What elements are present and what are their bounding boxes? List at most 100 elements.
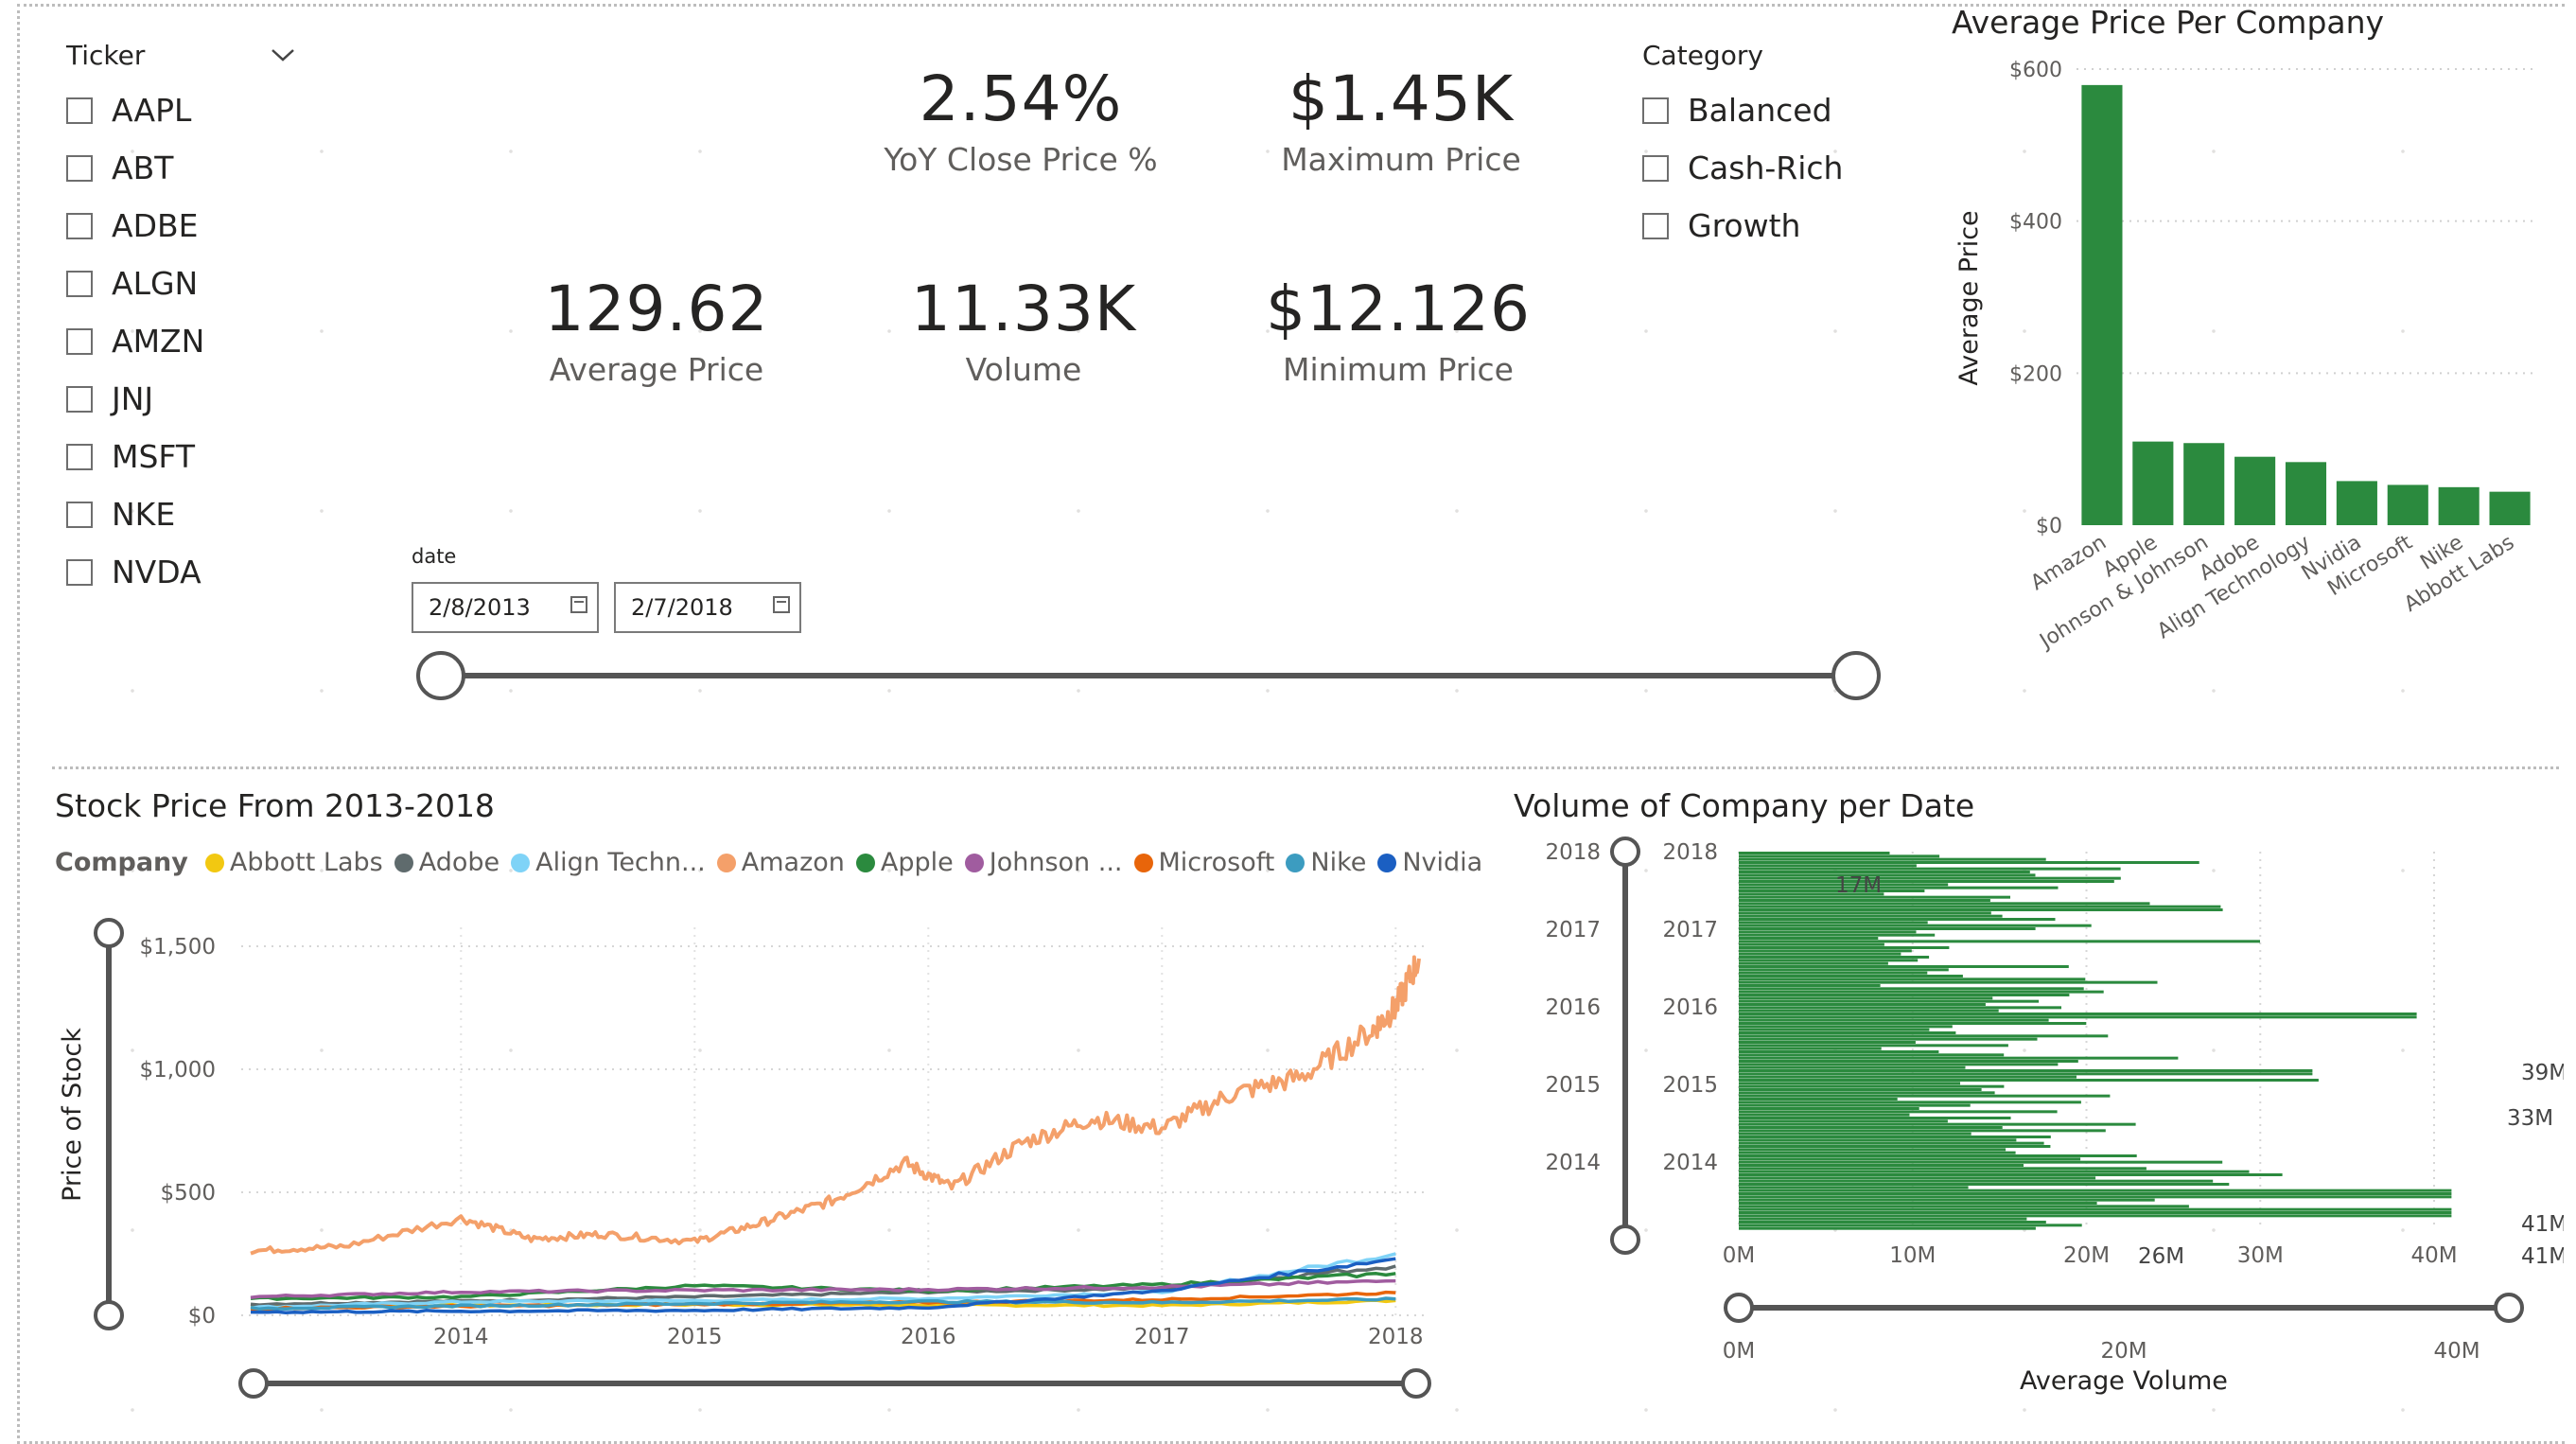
bar[interactable] bbox=[1739, 1094, 2111, 1098]
x-slider-end-handle[interactable] bbox=[2494, 1293, 2524, 1323]
ticker-option[interactable]: ADBE bbox=[66, 197, 312, 255]
legend-item[interactable]: Apple bbox=[855, 848, 954, 877]
bar[interactable] bbox=[1739, 1009, 1999, 1013]
bar[interactable] bbox=[1739, 946, 1950, 949]
category-option[interactable]: Cash-Rich bbox=[1642, 139, 1926, 197]
bar[interactable] bbox=[1739, 1141, 2044, 1145]
bar[interactable] bbox=[1739, 937, 1879, 940]
category-option[interactable]: Balanced bbox=[1642, 81, 1926, 139]
ticker-option[interactable]: AAPL bbox=[66, 81, 312, 139]
bar[interactable] bbox=[1739, 1132, 1971, 1136]
slider-start-handle[interactable] bbox=[416, 651, 465, 700]
bar[interactable] bbox=[1739, 905, 2221, 908]
checkbox[interactable] bbox=[66, 270, 93, 297]
bar[interactable] bbox=[1739, 1186, 1969, 1189]
checkbox[interactable] bbox=[66, 327, 93, 355]
legend-item[interactable]: Align Techn... bbox=[511, 848, 706, 877]
bar[interactable] bbox=[1739, 1160, 2223, 1164]
bar[interactable] bbox=[1739, 1003, 1986, 1006]
bar[interactable] bbox=[1739, 1145, 2051, 1148]
bar[interactable] bbox=[2132, 441, 2174, 525]
bar[interactable] bbox=[1739, 1195, 2452, 1199]
bar[interactable] bbox=[1739, 911, 1991, 915]
date-range-slider-track[interactable] bbox=[407, 643, 1892, 710]
bar[interactable] bbox=[1739, 1025, 1953, 1029]
bar[interactable] bbox=[1739, 1217, 2027, 1221]
start-date-input[interactable]: 2/8/2013 bbox=[412, 582, 599, 633]
bar[interactable] bbox=[1739, 1082, 1960, 1085]
bar[interactable] bbox=[1739, 1126, 2003, 1129]
bar[interactable] bbox=[1739, 977, 2086, 981]
bar[interactable] bbox=[1739, 1015, 2417, 1019]
bar[interactable] bbox=[1739, 1113, 1910, 1117]
bar[interactable] bbox=[2234, 456, 2276, 525]
bar[interactable] bbox=[1739, 914, 2003, 918]
bar[interactable] bbox=[1739, 956, 1930, 959]
bar[interactable] bbox=[1739, 1022, 2087, 1025]
bar[interactable] bbox=[1739, 942, 1884, 946]
bar[interactable] bbox=[1739, 1167, 2147, 1171]
bar[interactable] bbox=[1739, 1224, 2082, 1227]
bar[interactable] bbox=[2489, 491, 2531, 525]
bar[interactable] bbox=[1739, 1119, 1948, 1123]
bar[interactable] bbox=[1739, 1063, 2059, 1066]
legend-item[interactable]: Abbott Labs bbox=[204, 848, 383, 877]
legend-item[interactable]: Nvidia bbox=[1377, 848, 1482, 877]
bar[interactable] bbox=[1739, 864, 1917, 868]
bar[interactable] bbox=[1739, 1189, 2452, 1192]
bar[interactable] bbox=[1739, 921, 1928, 925]
ticker-option[interactable]: NVDA bbox=[66, 543, 312, 601]
bar[interactable] bbox=[1739, 1047, 1882, 1050]
bar[interactable] bbox=[1739, 1148, 2006, 1152]
bar[interactable] bbox=[1739, 852, 1890, 854]
bar[interactable] bbox=[2438, 486, 2480, 525]
bar[interactable] bbox=[1739, 930, 1917, 934]
bar[interactable] bbox=[1739, 1050, 1939, 1053]
bar[interactable] bbox=[1739, 1164, 2024, 1167]
bar[interactable] bbox=[1739, 1075, 2077, 1079]
bar[interactable] bbox=[1739, 959, 1919, 962]
bar[interactable] bbox=[1739, 1065, 1966, 1069]
bar[interactable] bbox=[2336, 481, 2377, 525]
bar[interactable] bbox=[1739, 1037, 2038, 1041]
bar[interactable] bbox=[1739, 1221, 2046, 1224]
bar[interactable] bbox=[1739, 1072, 2313, 1076]
checkbox[interactable] bbox=[66, 558, 93, 586]
bar[interactable] bbox=[1739, 1101, 2081, 1104]
bar[interactable] bbox=[1739, 876, 2121, 880]
bar[interactable] bbox=[1739, 1157, 2081, 1161]
bar[interactable] bbox=[1739, 1122, 2136, 1126]
bar[interactable] bbox=[1739, 1192, 2452, 1195]
bar[interactable] bbox=[1739, 1183, 2230, 1186]
bar[interactable] bbox=[1739, 899, 1990, 902]
bar[interactable] bbox=[1739, 1173, 2283, 1176]
bar[interactable] bbox=[1739, 1170, 2250, 1173]
checkbox[interactable] bbox=[66, 443, 93, 470]
bar[interactable] bbox=[1739, 968, 1949, 972]
bar[interactable] bbox=[1739, 861, 2199, 864]
bar[interactable] bbox=[1739, 1088, 1982, 1091]
legend-item[interactable]: Amazon bbox=[716, 848, 845, 877]
bar[interactable] bbox=[1739, 1214, 2452, 1218]
bar[interactable] bbox=[1739, 933, 1936, 937]
bar[interactable] bbox=[1739, 1013, 2417, 1015]
ticker-option[interactable]: ALGN bbox=[66, 255, 312, 312]
bar[interactable] bbox=[1739, 999, 2040, 1003]
slider-end-handle[interactable] bbox=[1831, 651, 1881, 700]
bar[interactable] bbox=[1739, 1103, 1971, 1107]
bar[interactable] bbox=[1739, 1136, 2051, 1138]
bar[interactable] bbox=[1739, 984, 1881, 987]
bar[interactable] bbox=[2285, 462, 2327, 525]
bar[interactable] bbox=[1739, 990, 2104, 994]
bar[interactable] bbox=[1739, 1098, 1898, 1101]
bar[interactable] bbox=[1739, 940, 2260, 943]
series-line[interactable] bbox=[250, 955, 1421, 1256]
bar[interactable] bbox=[1739, 1069, 2313, 1072]
checkbox[interactable] bbox=[1642, 97, 1669, 124]
bar[interactable] bbox=[1739, 889, 1925, 892]
bar[interactable] bbox=[1739, 1041, 1916, 1044]
bar[interactable] bbox=[1739, 1226, 2036, 1230]
bar[interactable] bbox=[1739, 996, 1993, 1000]
y-slider-bottom-handle[interactable] bbox=[94, 1300, 124, 1330]
legend-item[interactable]: Nike bbox=[1286, 848, 1366, 877]
